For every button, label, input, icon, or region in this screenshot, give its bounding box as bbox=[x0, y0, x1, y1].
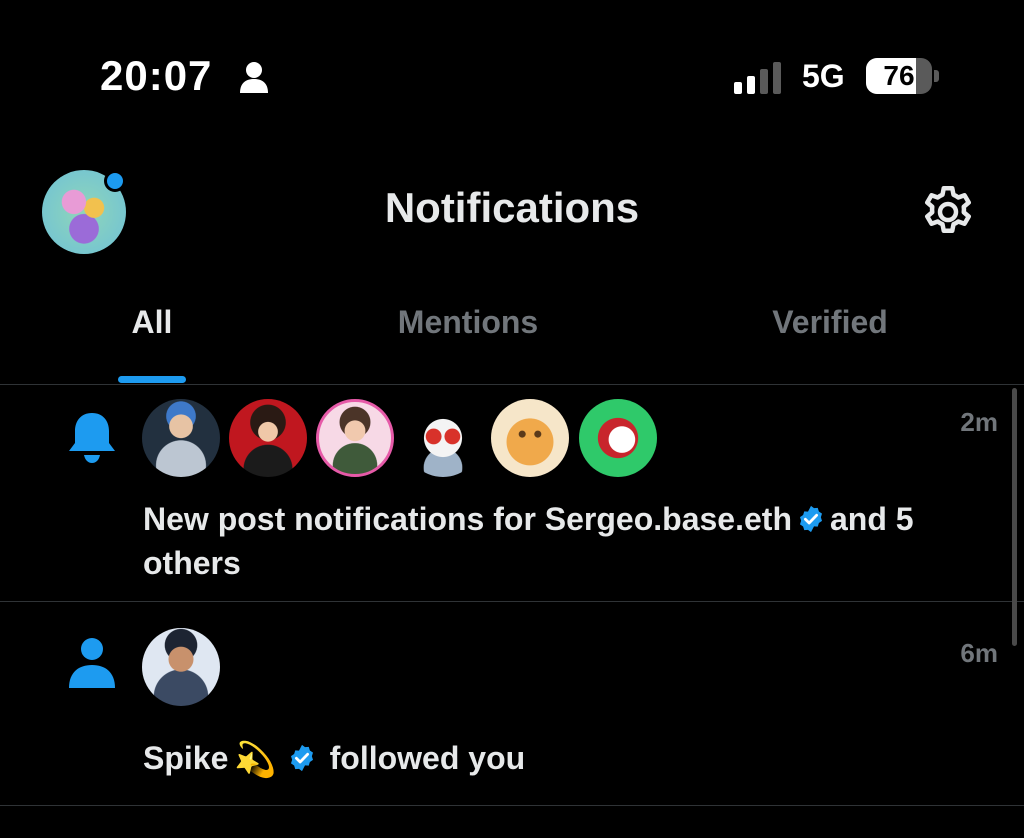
battery-icon: 76 bbox=[866, 58, 942, 96]
avatar[interactable] bbox=[142, 399, 220, 477]
page-title: Notifications bbox=[384, 184, 640, 231]
cellular-signal-icon bbox=[734, 62, 781, 94]
dizzy-emoji: 💫 bbox=[234, 740, 277, 780]
notification-item[interactable]: 2m New post notifications for Sergeo.bas… bbox=[0, 385, 1024, 602]
status-bar: 20:07 5G 76 bbox=[0, 0, 1024, 140]
notification-action: followed you bbox=[329, 740, 526, 776]
avatar[interactable] bbox=[404, 399, 482, 477]
notification-time: 2m bbox=[960, 407, 998, 437]
notification-item[interactable]: 6m Spike 💫 followed you bbox=[0, 602, 1024, 806]
tab-mentions[interactable]: Mentions bbox=[360, 304, 576, 341]
person-icon bbox=[240, 62, 268, 93]
verified-badge-icon bbox=[799, 505, 822, 533]
header: Notifications bbox=[0, 150, 1024, 280]
tab-all[interactable]: All bbox=[90, 304, 214, 341]
scrollbar[interactable] bbox=[1012, 388, 1017, 646]
user-name[interactable]: Spike bbox=[143, 740, 228, 776]
tab-verified[interactable]: Verified bbox=[730, 304, 930, 341]
battery-level: 76 bbox=[883, 60, 915, 91]
avatar[interactable] bbox=[229, 399, 307, 477]
notification-text: Spike 💫 followed you bbox=[143, 736, 1013, 782]
verified-badge-icon bbox=[290, 744, 313, 772]
avatar[interactable] bbox=[579, 399, 657, 477]
bell-icon bbox=[69, 413, 115, 463]
notification-text-main: New post notifications for Sergeo.base.e… bbox=[143, 501, 792, 537]
avatar[interactable] bbox=[142, 628, 220, 706]
status-time: 20:07 bbox=[100, 52, 213, 99]
person-icon bbox=[69, 638, 115, 688]
notification-text: New post notifications for Sergeo.base.e… bbox=[143, 497, 1013, 585]
gear-icon[interactable] bbox=[918, 182, 978, 242]
tab-bar: All Mentions Verified bbox=[0, 290, 1024, 385]
active-tab-indicator bbox=[118, 376, 186, 383]
network-type: 5G bbox=[802, 58, 845, 94]
avatar[interactable] bbox=[316, 399, 394, 477]
avatar[interactable] bbox=[491, 399, 569, 477]
notification-time: 6m bbox=[960, 638, 998, 668]
